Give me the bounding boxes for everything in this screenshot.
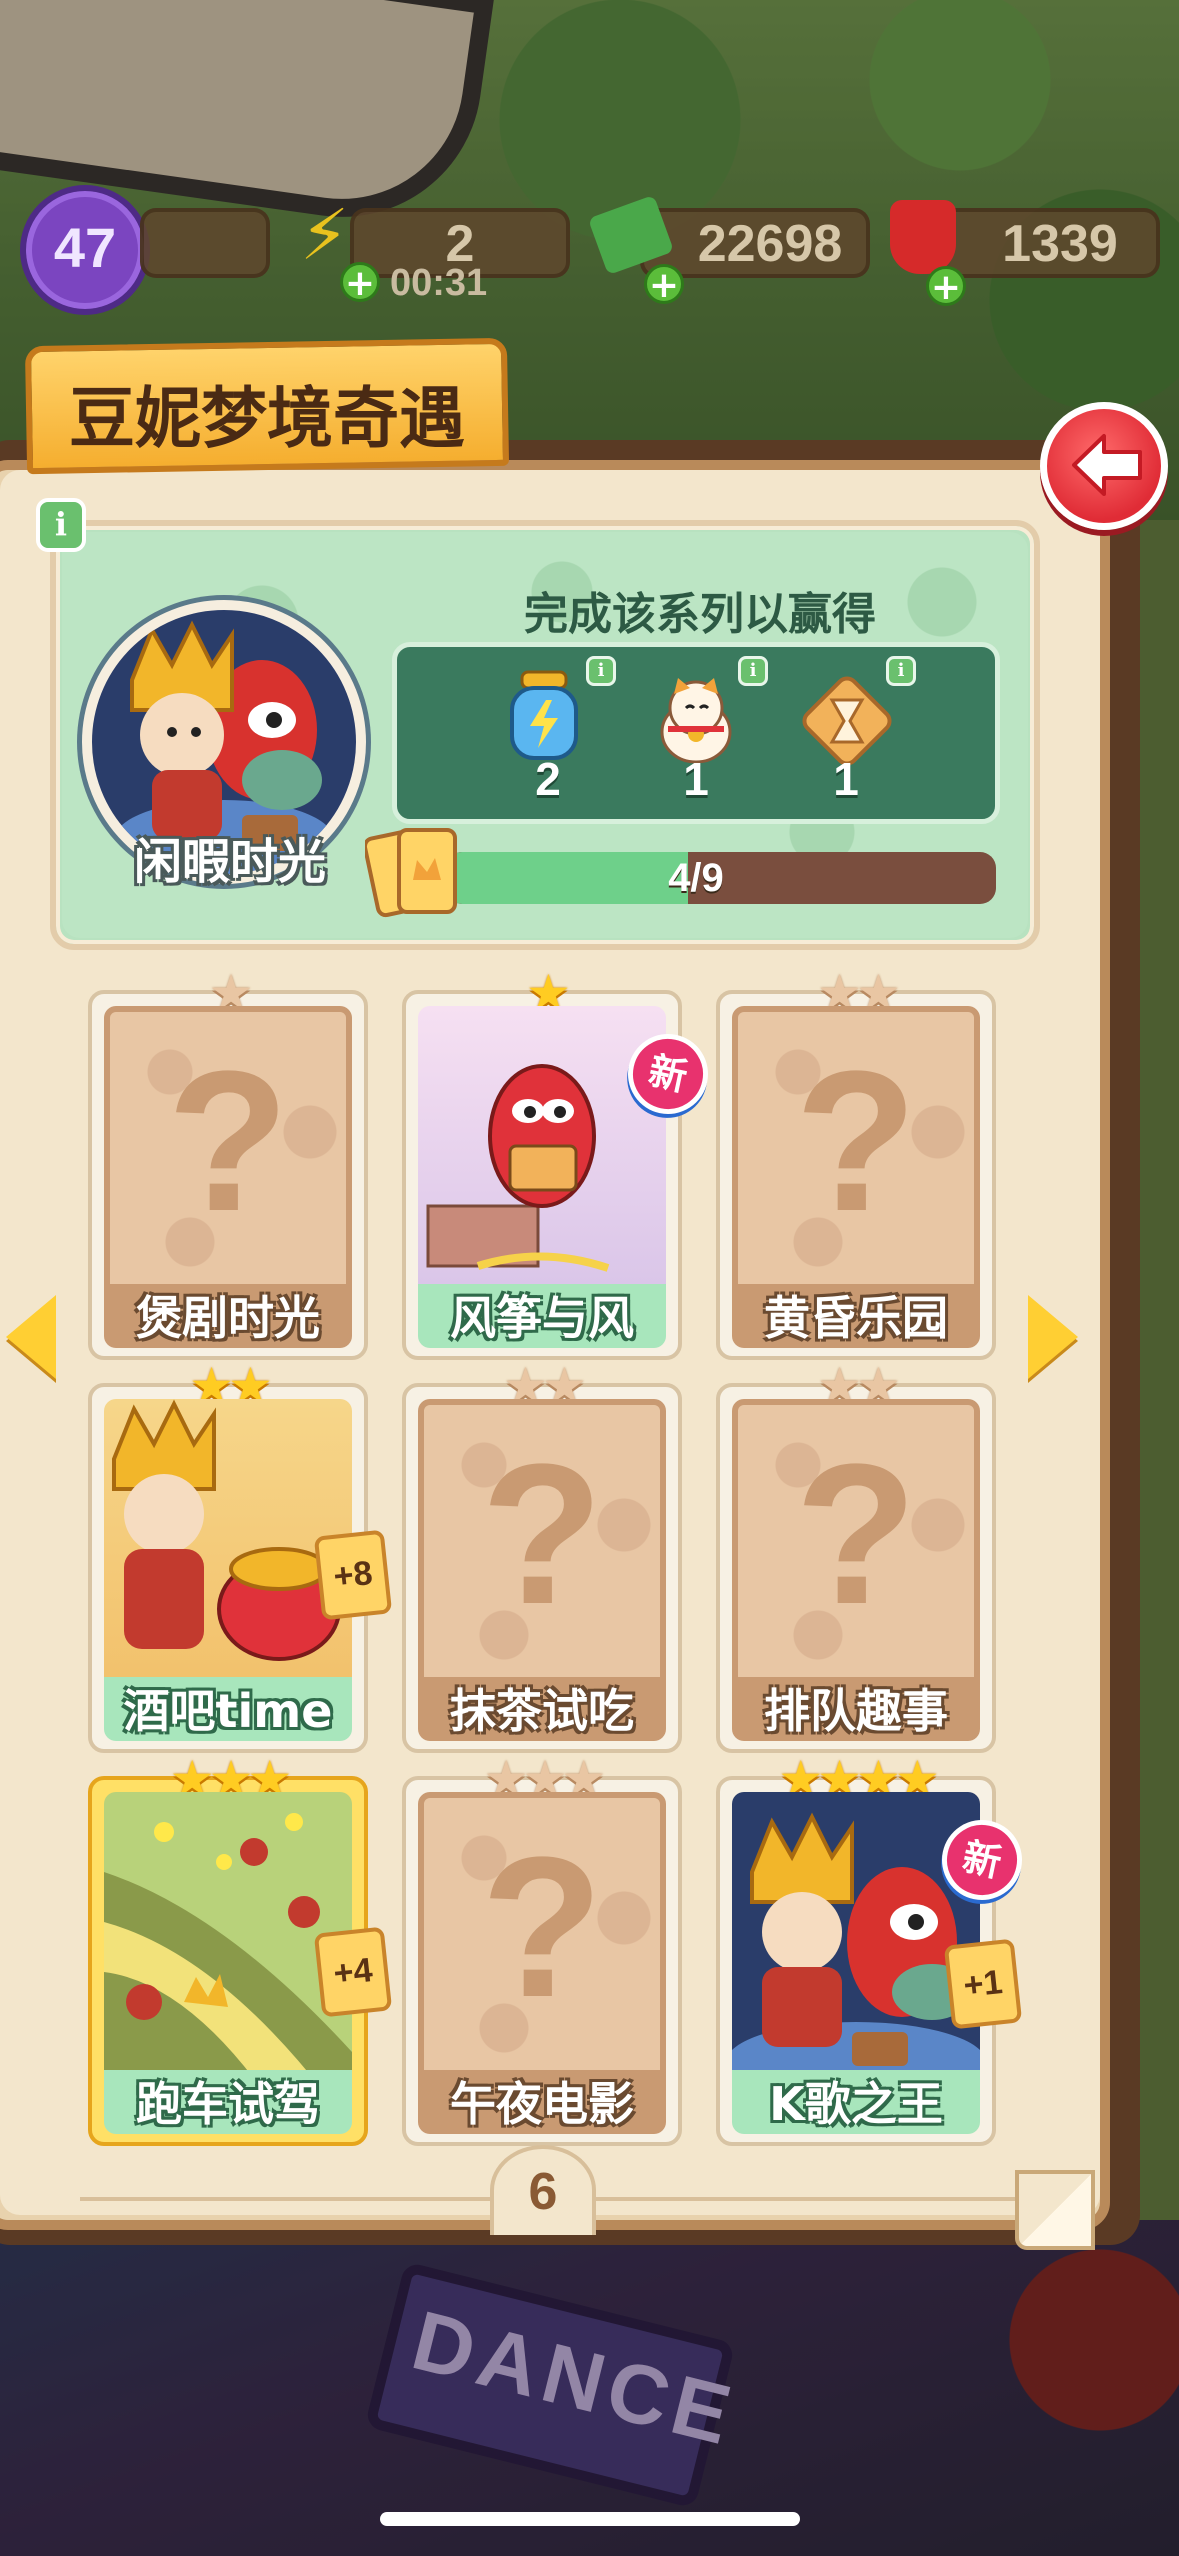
reward-qty: 1 <box>683 753 709 805</box>
question-mark-icon: ? <box>480 1816 604 2039</box>
lightning-icon: ⚡ <box>300 194 350 276</box>
card-art <box>418 1006 666 1306</box>
karaoke-king-art <box>732 1812 980 2092</box>
cash-value: 22698 <box>697 215 843 273</box>
reward-title: 完成该系列以赢得 <box>524 589 876 640</box>
ruby-gem-icon <box>890 200 956 274</box>
reward-info-icon[interactable]: i <box>586 656 616 686</box>
card-locked-art: ? <box>418 1399 666 1699</box>
card-label: 煲剧时光 <box>136 1291 320 1345</box>
card-slot[interactable]: ★★★★ 新 +1 K歌之王 <box>716 1754 1030 2146</box>
card-slot[interactable]: ★ 新 风筝与风 <box>402 968 716 1360</box>
previous-page-arrow[interactable] <box>6 1295 56 1379</box>
card-label: 跑车试驾 <box>136 2077 320 2131</box>
reward-info-icon[interactable]: i <box>886 656 916 686</box>
duplicate-count-tag: +8 <box>313 1529 393 1621</box>
duplicate-count-tag: +4 <box>313 1926 393 2018</box>
question-mark-icon: ? <box>480 1423 604 1646</box>
card-label: 排队趣事 <box>764 1684 948 1738</box>
reward-info-icon[interactable]: i <box>738 656 768 686</box>
card-slot[interactable]: ★★★ ? 午夜电影 <box>402 1754 682 2146</box>
level-value: 47 <box>53 216 117 279</box>
card-label: 抹茶试吃 <box>450 1684 634 1738</box>
card-label: 午夜电影 <box>450 2077 634 2131</box>
card-locked-art: ? <box>418 1792 666 2092</box>
card-stack-icon <box>365 828 457 918</box>
card-locked-art: ? <box>732 1399 980 1699</box>
card-art <box>732 1792 980 2092</box>
question-mark-icon: ? <box>794 1030 918 1253</box>
card-slot[interactable]: ★★ +8 酒吧time <box>88 1361 393 1753</box>
album-title: 豆妮梦境奇遇 <box>69 380 465 457</box>
question-mark-icon: ? <box>794 1423 918 1646</box>
page-number: 6 <box>490 2145 596 2235</box>
card-label: 黄昏乐园 <box>764 1291 948 1345</box>
duplicate-count-tag: +1 <box>943 1938 1023 2030</box>
card-label: 酒吧time <box>123 1684 333 1738</box>
xp-bar <box>140 208 270 278</box>
energy-bottle-icon <box>510 670 578 760</box>
reward-qty: 2 <box>535 753 561 805</box>
gem-value: 1339 <box>1002 215 1118 273</box>
card-slot[interactable]: ★★ ? 黄昏乐园 <box>716 968 996 1360</box>
card-locked-art: ? <box>732 1006 980 1306</box>
collection-progress-text: 4/9 <box>668 856 724 900</box>
card-slot[interactable]: ★★ ? 排队趣事 <box>716 1361 996 1753</box>
energy-timer: 00:31 <box>390 262 488 304</box>
question-mark-icon: ? <box>166 1030 290 1253</box>
kite-wind-art <box>426 1064 610 1272</box>
next-page-arrow[interactable] <box>1028 1295 1078 1379</box>
back-arrow-icon <box>1072 434 1142 496</box>
card-locked-art: ? <box>104 1006 352 1306</box>
card-label: K歌之王 <box>769 2077 943 2131</box>
card-slot[interactable]: ★★★ +4 跑车试驾 <box>88 1754 393 2146</box>
card-slot[interactable]: ★ ? 煲剧时光 <box>88 968 368 1360</box>
home-indicator[interactable] <box>380 2512 800 2526</box>
reward-qty: 1 <box>833 753 859 805</box>
series-info-icon[interactable]: i <box>36 498 86 552</box>
page-curl-corner[interactable] <box>1015 2170 1095 2250</box>
add-energy-button[interactable]: + <box>340 262 380 303</box>
add-gems-button[interactable]: + <box>926 266 966 307</box>
series-name: 闲暇时光 <box>133 834 326 890</box>
card-label: 风筝与风 <box>450 1291 634 1345</box>
card-slot[interactable]: ★★ ? 抹茶试吃 <box>402 1361 682 1753</box>
